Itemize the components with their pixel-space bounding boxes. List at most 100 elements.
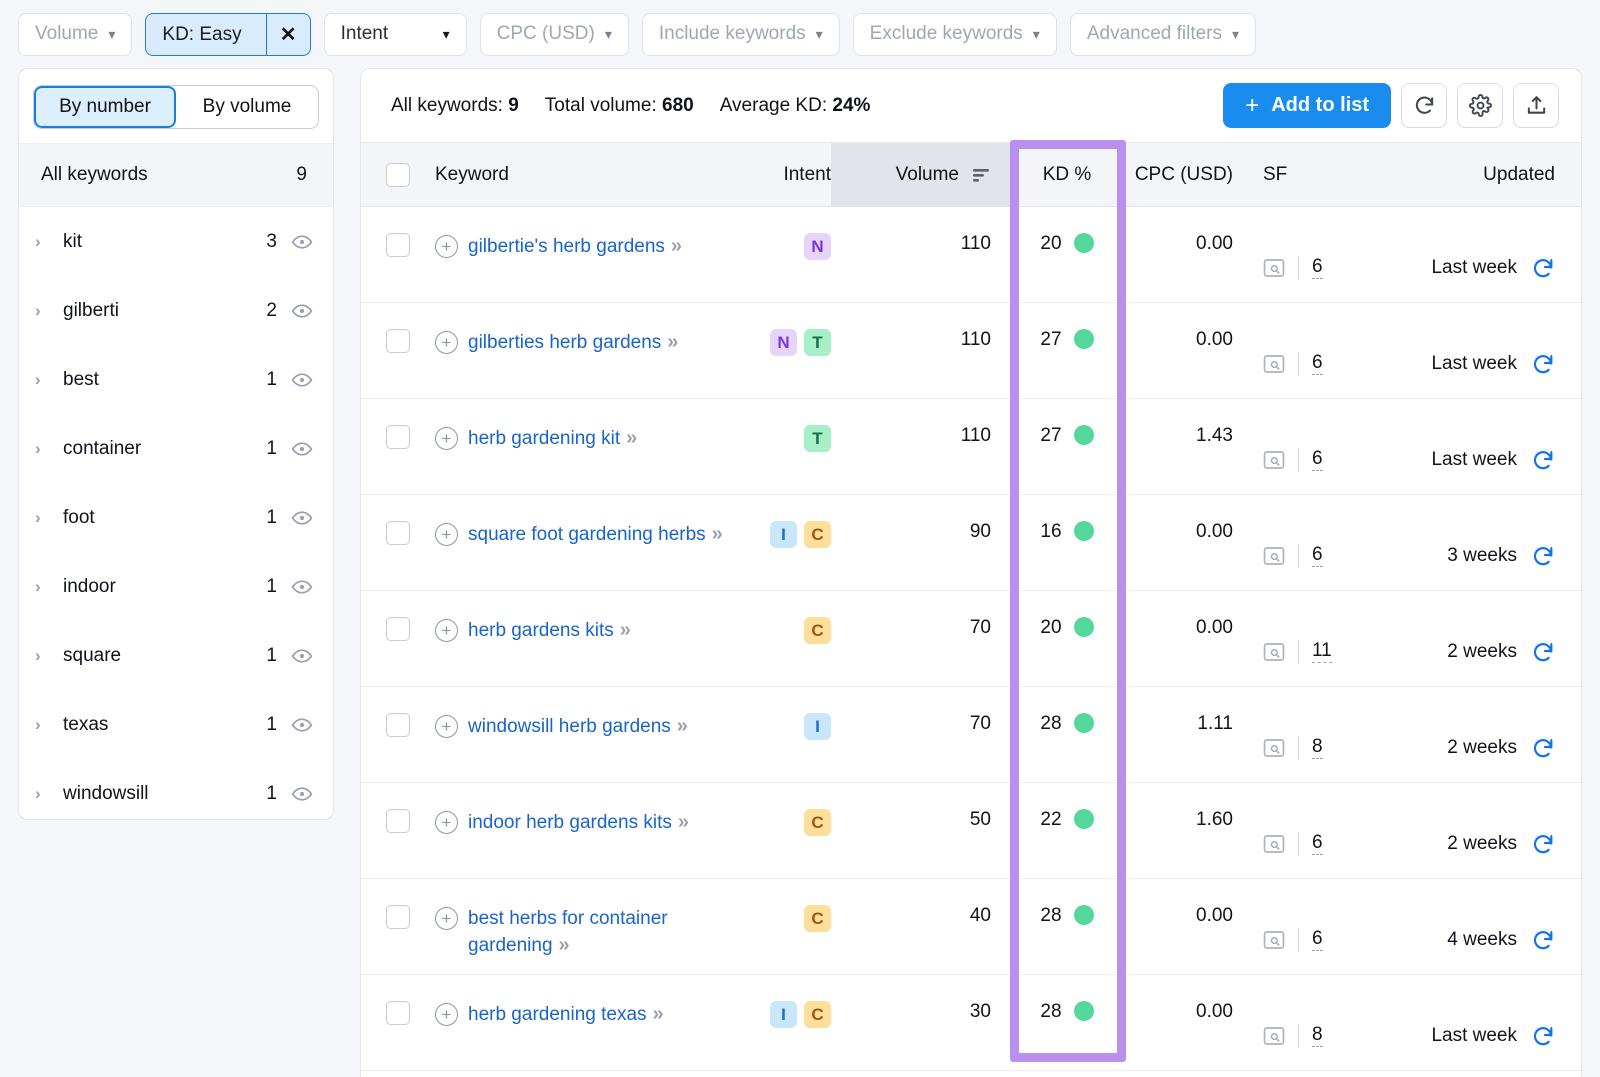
keyword-link[interactable]: windowsill herb gardens»: [468, 713, 686, 740]
keyword-details-icon[interactable]: »: [671, 235, 680, 257]
add-to-list-button[interactable]: + Add to list: [1223, 83, 1391, 128]
eye-toggle[interactable]: [291, 438, 313, 460]
chevron-right-icon[interactable]: ›: [35, 370, 63, 390]
update-refresh-icon[interactable]: [1531, 448, 1555, 472]
header-sf[interactable]: SF: [1233, 143, 1371, 206]
intent-badge-N[interactable]: N: [770, 329, 797, 356]
update-refresh-icon[interactable]: [1531, 352, 1555, 376]
chevron-right-icon[interactable]: ›: [35, 715, 63, 735]
keyword-link[interactable]: herb gardening kit»: [468, 425, 635, 452]
header-kd[interactable]: KD %: [1013, 143, 1121, 206]
keyword-details-icon[interactable]: »: [559, 934, 568, 956]
select-all-checkbox[interactable]: [386, 163, 410, 187]
serp-features-icon[interactable]: [1263, 1026, 1285, 1046]
eye-toggle[interactable]: [291, 507, 313, 529]
add-keyword-icon[interactable]: +: [435, 331, 458, 354]
row-checkbox[interactable]: [386, 329, 410, 353]
keyword-details-icon[interactable]: »: [678, 811, 687, 833]
serp-features-icon[interactable]: [1263, 642, 1285, 662]
eye-toggle[interactable]: [291, 576, 313, 598]
intent-badge-T[interactable]: T: [804, 329, 831, 356]
intent-badge-C[interactable]: C: [804, 521, 831, 548]
keyword-link[interactable]: square foot gardening herbs»: [468, 521, 721, 548]
keyword-link[interactable]: gilbertie's herb gardens»: [468, 233, 680, 260]
update-refresh-icon[interactable]: [1531, 256, 1555, 280]
keyword-link[interactable]: herb gardens kits»: [468, 617, 629, 644]
keyword-details-icon[interactable]: »: [626, 427, 635, 449]
sf-value[interactable]: 6: [1312, 352, 1323, 375]
sidebar-group-kit[interactable]: ›kit3: [19, 207, 333, 276]
sf-value[interactable]: 6: [1312, 256, 1323, 279]
row-checkbox[interactable]: [386, 809, 410, 833]
filter-intent[interactable]: Intent ▾: [324, 13, 467, 56]
add-keyword-icon[interactable]: +: [435, 811, 458, 834]
add-keyword-icon[interactable]: +: [435, 427, 458, 450]
sidebar-group-container[interactable]: ›container1: [19, 414, 333, 483]
chevron-right-icon[interactable]: ›: [35, 784, 63, 804]
toggle-by-volume[interactable]: By volume: [176, 86, 318, 128]
header-volume[interactable]: Volume: [831, 143, 1013, 206]
filter-include-keywords[interactable]: Include keywords ▾: [642, 13, 840, 56]
sidebar-group-best[interactable]: ›best1: [19, 345, 333, 414]
eye-toggle[interactable]: [291, 231, 313, 253]
header-cpc[interactable]: CPC (USD): [1121, 143, 1233, 206]
sidebar-group-texas[interactable]: ›texas1: [19, 690, 333, 759]
intent-badge-C[interactable]: C: [804, 905, 831, 932]
export-button[interactable]: [1513, 83, 1559, 128]
serp-features-icon[interactable]: [1263, 258, 1285, 278]
serp-features-icon[interactable]: [1263, 930, 1285, 950]
intent-badge-I[interactable]: I: [804, 713, 831, 740]
sf-value[interactable]: 6: [1312, 832, 1323, 855]
eye-toggle[interactable]: [291, 369, 313, 391]
sf-value[interactable]: 11: [1312, 640, 1332, 663]
sidebar-group-foot[interactable]: ›foot1: [19, 483, 333, 552]
filter-exclude-keywords[interactable]: Exclude keywords ▾: [853, 13, 1057, 56]
keyword-details-icon[interactable]: »: [653, 1003, 662, 1025]
serp-features-icon[interactable]: [1263, 546, 1285, 566]
eye-toggle[interactable]: [291, 783, 313, 805]
sf-value[interactable]: 8: [1312, 736, 1323, 759]
add-keyword-icon[interactable]: +: [435, 235, 458, 258]
update-refresh-icon[interactable]: [1531, 736, 1555, 760]
header-intent[interactable]: Intent: [731, 143, 831, 206]
sf-value[interactable]: 6: [1312, 928, 1323, 951]
sf-value[interactable]: 8: [1312, 1024, 1323, 1047]
update-refresh-icon[interactable]: [1531, 832, 1555, 856]
header-keyword[interactable]: Keyword: [435, 143, 731, 206]
update-refresh-icon[interactable]: [1531, 640, 1555, 664]
chevron-right-icon[interactable]: ›: [35, 439, 63, 459]
refresh-button[interactable]: [1401, 83, 1447, 128]
filter-cpc[interactable]: CPC (USD) ▾: [480, 13, 629, 56]
add-keyword-icon[interactable]: +: [435, 715, 458, 738]
intent-badge-C[interactable]: C: [804, 617, 831, 644]
keyword-link[interactable]: herb gardening texas»: [468, 1001, 662, 1028]
settings-button[interactable]: [1457, 83, 1503, 128]
add-keyword-icon[interactable]: +: [435, 1003, 458, 1026]
row-checkbox[interactable]: [386, 905, 410, 929]
filter-volume[interactable]: Volume ▾: [18, 13, 132, 56]
filter-advanced[interactable]: Advanced filters ▾: [1070, 13, 1256, 56]
sidebar-group-indoor[interactable]: ›indoor1: [19, 552, 333, 621]
keyword-link[interactable]: best herbs for container gardening»: [468, 905, 725, 959]
keyword-details-icon[interactable]: »: [677, 715, 686, 737]
sidebar-group-gilberti[interactable]: ›gilberti2: [19, 276, 333, 345]
eye-toggle[interactable]: [291, 714, 313, 736]
serp-features-icon[interactable]: [1263, 834, 1285, 854]
intent-badge-I[interactable]: I: [770, 521, 797, 548]
serp-features-icon[interactable]: [1263, 354, 1285, 374]
intent-badge-N[interactable]: N: [804, 233, 831, 260]
keyword-details-icon[interactable]: »: [620, 619, 629, 641]
row-checkbox[interactable]: [386, 1001, 410, 1025]
update-refresh-icon[interactable]: [1531, 928, 1555, 952]
row-checkbox[interactable]: [386, 713, 410, 737]
serp-features-icon[interactable]: [1263, 450, 1285, 470]
sidebar-all-keywords[interactable]: All keywords 9: [19, 143, 333, 207]
intent-badge-C[interactable]: C: [804, 809, 831, 836]
row-checkbox[interactable]: [386, 521, 410, 545]
sf-value[interactable]: 6: [1312, 448, 1323, 471]
update-refresh-icon[interactable]: [1531, 1024, 1555, 1048]
intent-badge-T[interactable]: T: [804, 425, 831, 452]
sidebar-group-square[interactable]: ›square1: [19, 621, 333, 690]
update-refresh-icon[interactable]: [1531, 544, 1555, 568]
close-icon[interactable]: ✕: [266, 14, 310, 55]
